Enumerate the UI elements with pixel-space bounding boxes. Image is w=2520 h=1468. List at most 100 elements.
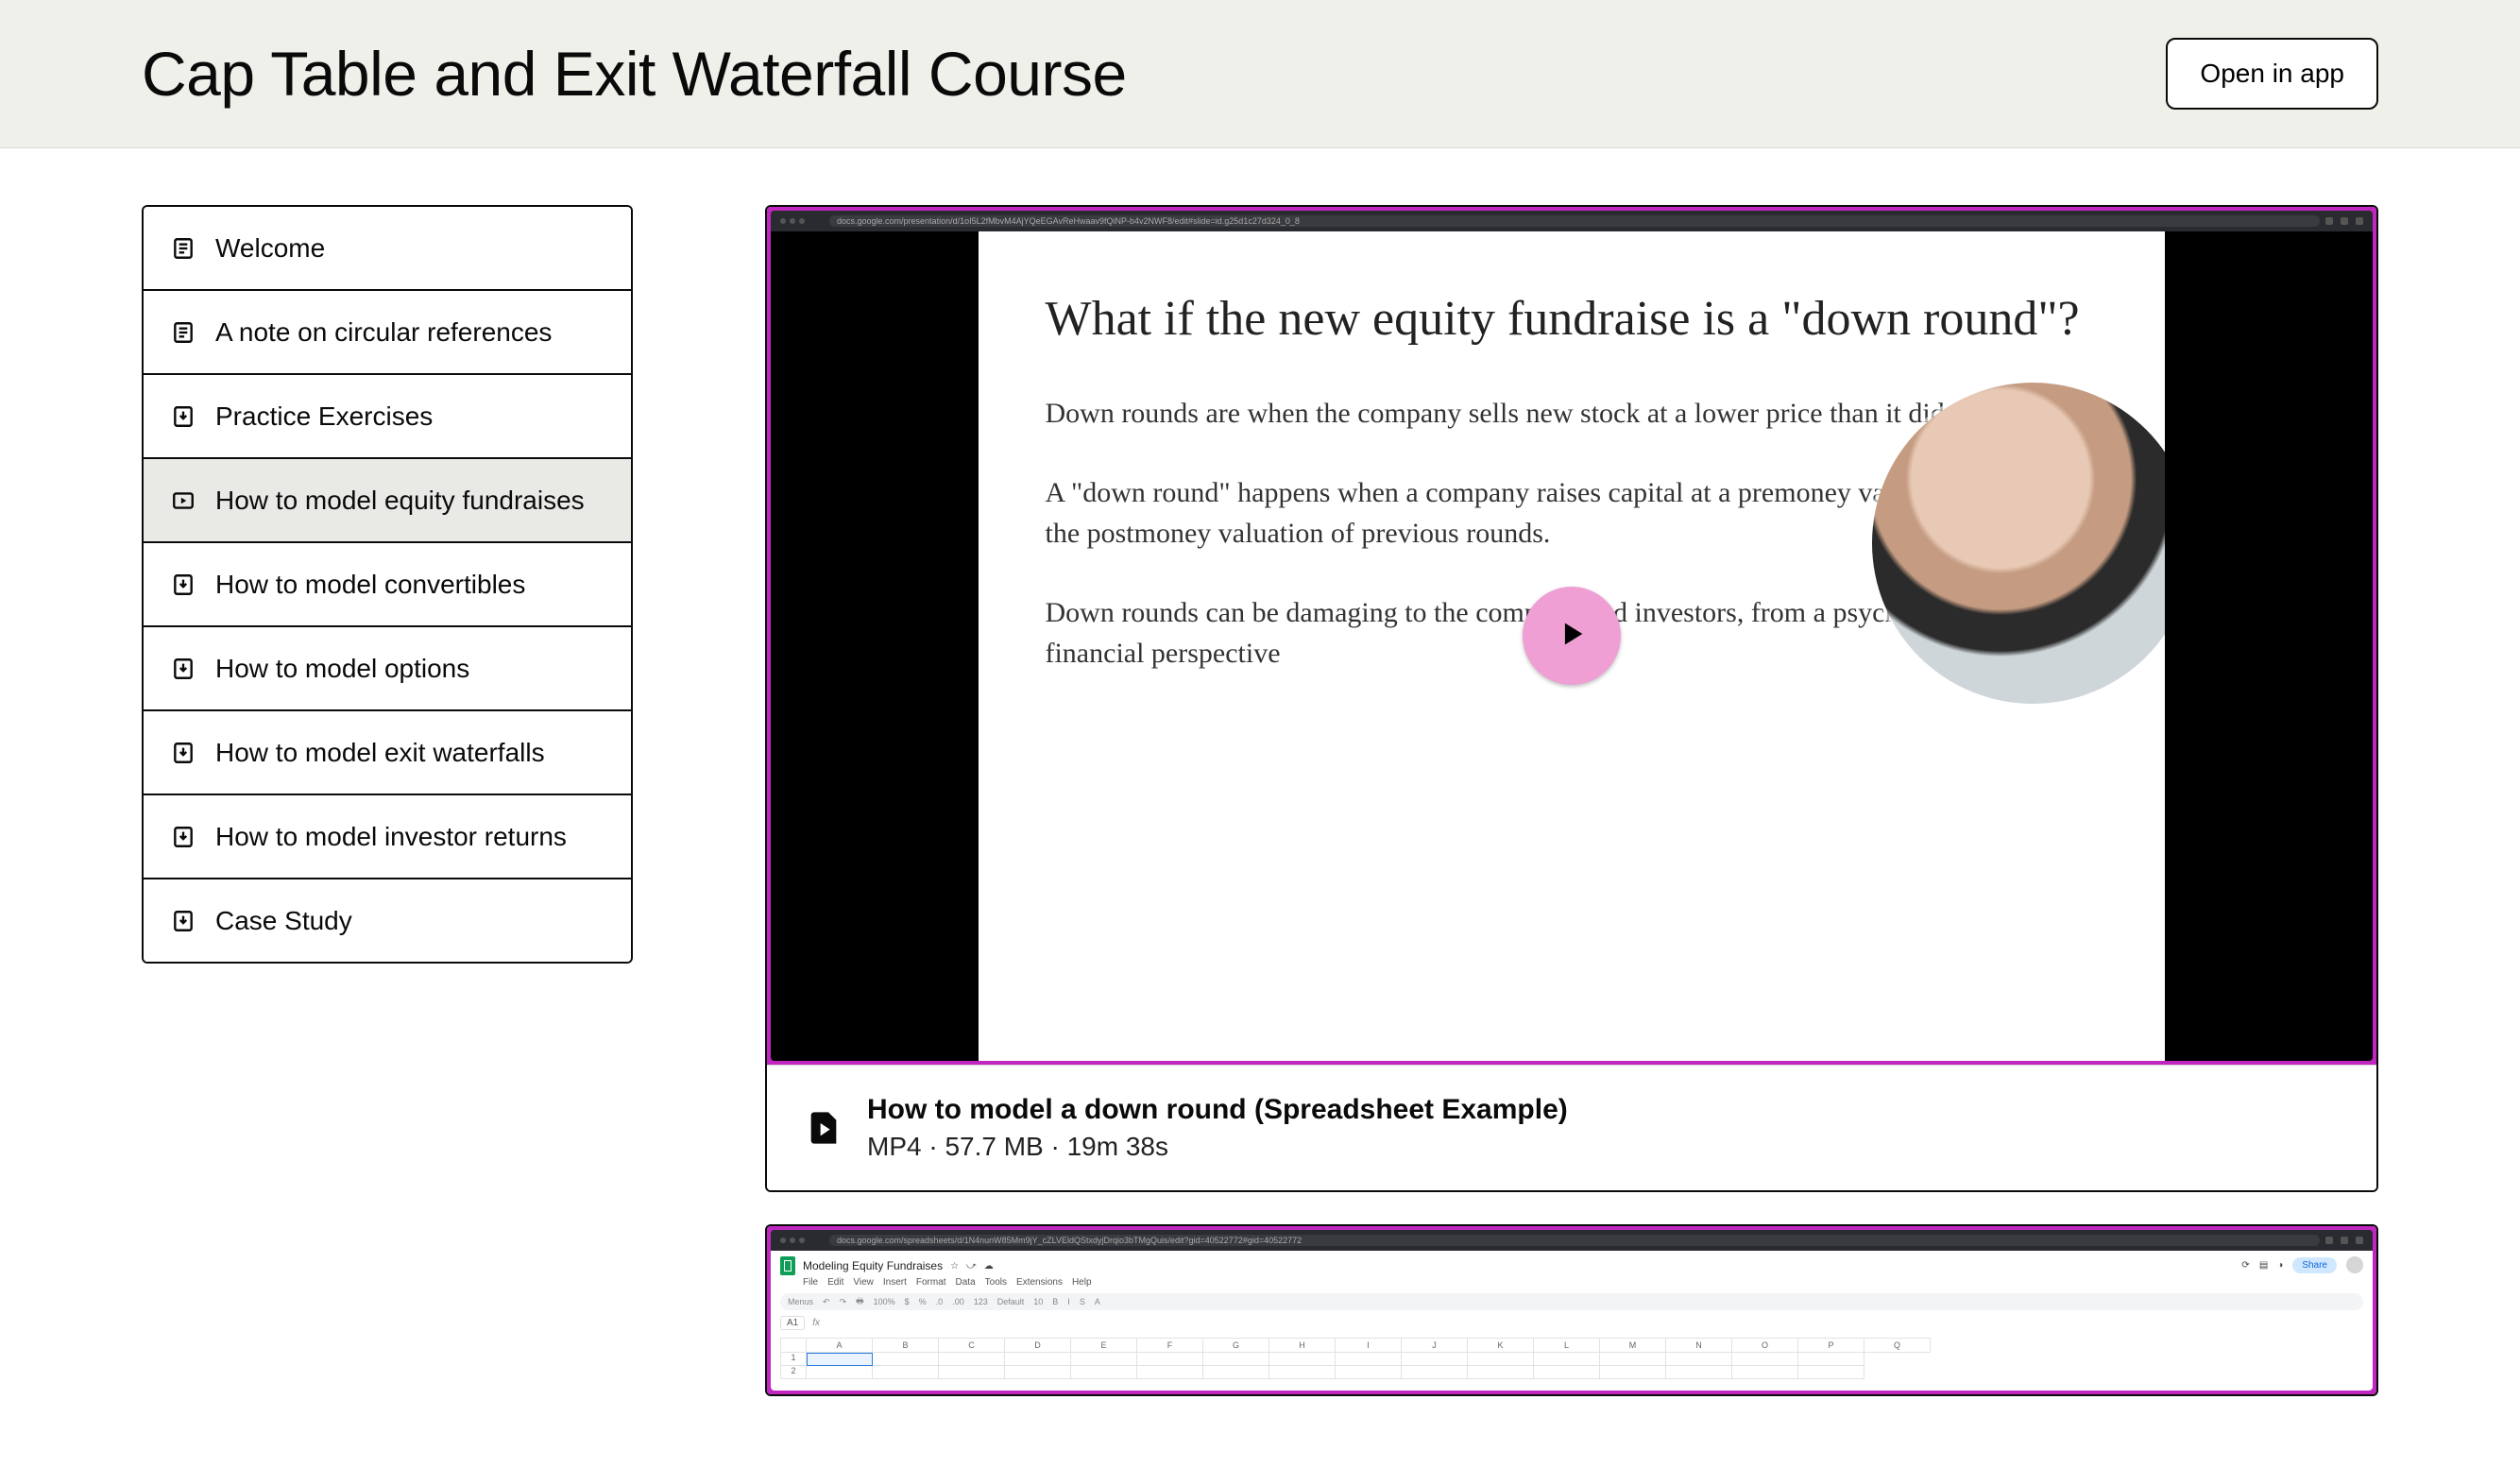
column-header: H <box>1269 1338 1336 1353</box>
video-card-down-round: docs.google.com/presentation/d/1oI5L2fMb… <box>765 205 2378 1192</box>
download-icon <box>170 572 196 598</box>
sheets-menu-item: Help <box>1072 1277 1092 1288</box>
sheets-toolbar-item: 123 <box>974 1297 988 1306</box>
download-icon <box>170 908 196 934</box>
video-file-icon <box>805 1109 843 1147</box>
traffic-light-icons <box>780 218 805 224</box>
column-header: N <box>1666 1338 1732 1353</box>
sidebar-item[interactable]: How to model equity fundraises <box>144 459 631 543</box>
avatar <box>2346 1256 2363 1273</box>
download-icon <box>170 656 196 682</box>
sheets-toolbar-item: Default <box>997 1297 1025 1306</box>
meet-icon: ◑ <box>2277 1260 2283 1271</box>
column-header: O <box>1732 1338 1798 1353</box>
sidebar-item-label: How to model investor returns <box>215 820 604 853</box>
sheets-toolbar: Menus↶↷🖶100%$%.0.00123Default10BISA <box>780 1293 2363 1310</box>
sheets-toolbar-item: I <box>1067 1297 1070 1306</box>
sheets-toolbar-item: 🖶 <box>856 1294 864 1309</box>
sheets-toolbar-item: ↷ <box>840 1297 847 1307</box>
move-icon: ⤻ <box>966 1261 977 1272</box>
column-header: K <box>1468 1338 1534 1353</box>
page-header: Cap Table and Exit Waterfall Course Open… <box>0 0 2520 148</box>
file-meta: How to model a down round (Spreadsheet E… <box>867 1094 1568 1162</box>
file-subtitle: MP4 · 57.7 MB · 19m 38s <box>867 1132 1568 1162</box>
sheets-row: 2 <box>780 1366 2363 1379</box>
slide-title: What if the new equity fundraise is a "d… <box>1045 288 2098 350</box>
traffic-light-icons <box>780 1238 805 1243</box>
sidebar-item[interactable]: How to model investor returns <box>144 795 631 879</box>
column-header: C <box>939 1338 1005 1353</box>
row-number: 1 <box>780 1353 807 1366</box>
browser-chrome: docs.google.com/spreadsheets/d/1N4nunW85… <box>771 1230 2373 1251</box>
sidebar-item-label: How to model equity fundraises <box>215 484 604 517</box>
column-header: M <box>1600 1338 1666 1353</box>
sheets-toolbar-item: S <box>1080 1297 1085 1306</box>
column-header: F <box>1137 1338 1203 1353</box>
history-icon: ⟳ <box>2241 1260 2249 1271</box>
sidebar-item[interactable]: Welcome <box>144 207 631 291</box>
video-thumbnail[interactable]: docs.google.com/presentation/d/1oI5L2fMb… <box>767 207 2376 1065</box>
sidebar-item-label: How to model options <box>215 652 604 685</box>
sheets-toolbar-item: ↶ <box>823 1297 830 1307</box>
video-card-spreadsheet: docs.google.com/spreadsheets/d/1N4nunW85… <box>765 1224 2378 1396</box>
sheets-menu-item: Edit <box>827 1277 843 1288</box>
sheets-doc-title: Modeling Equity Fundraises <box>803 1259 943 1272</box>
video-thumbnail[interactable]: docs.google.com/spreadsheets/d/1N4nunW85… <box>767 1226 2376 1394</box>
sheets-toolbar-item: Menus <box>788 1297 813 1306</box>
download-icon <box>170 740 196 766</box>
sidebar-item[interactable]: How to model options <box>144 627 631 711</box>
sheets-toolbar-item: % <box>919 1297 927 1306</box>
sheets-preview: ⟳ ▤ ◑ Share Modeling Equity Fundraises ☆… <box>771 1251 2373 1391</box>
sheets-toolbar-item: B <box>1052 1297 1058 1306</box>
sheets-menu-item: Format <box>916 1277 946 1288</box>
cell-reference: A1 <box>780 1316 805 1330</box>
sheets-toolbar-item: 100% <box>874 1297 895 1306</box>
sheets-menu-item: File <box>803 1277 818 1288</box>
sheets-toolbar-item: $ <box>905 1297 910 1306</box>
fx-icon: fx <box>812 1318 820 1328</box>
sheets-logo-icon <box>780 1256 795 1275</box>
sheets-header-right: ⟳ ▤ ◑ Share <box>2241 1256 2363 1273</box>
column-header: I <box>1336 1338 1402 1353</box>
lesson-sidebar: Welcome A note on circular references Prac… <box>142 205 633 964</box>
sheets-menu-item: Tools <box>985 1277 1007 1288</box>
sheets-menu-bar: FileEditViewInsertFormatDataToolsExtensi… <box>803 1277 2363 1288</box>
sidebar-item[interactable]: A note on circular references <box>144 291 631 375</box>
play-button[interactable] <box>1523 587 1621 685</box>
browser-chrome: docs.google.com/presentation/d/1oI5L2fMb… <box>771 211 2373 231</box>
browser-right-icons <box>2325 217 2363 225</box>
browser-right-icons <box>2325 1237 2363 1244</box>
sidebar-item-label: How to model convertibles <box>215 568 604 601</box>
column-header: D <box>1005 1338 1071 1353</box>
column-header: A <box>807 1338 873 1353</box>
sidebar-item-label: Practice Exercises <box>215 400 604 433</box>
column-header: B <box>873 1338 939 1353</box>
column-header: G <box>1203 1338 1269 1353</box>
open-in-app-button[interactable]: Open in app <box>2166 38 2378 110</box>
thumbnail-inner: docs.google.com/spreadsheets/d/1N4nunW85… <box>771 1230 2373 1391</box>
page-title: Cap Table and Exit Waterfall Course <box>142 38 1127 110</box>
column-header: J <box>1402 1338 1468 1353</box>
sidebar-item[interactable]: How to model exit waterfalls <box>144 711 631 795</box>
row-number: 2 <box>780 1366 807 1379</box>
sidebar-item[interactable]: Case Study <box>144 879 631 962</box>
sheets-menu-item: Insert <box>883 1277 907 1288</box>
comment-icon: ▤ <box>2259 1260 2268 1271</box>
sheets-menu-item: Extensions <box>1016 1277 1063 1288</box>
column-header: E <box>1071 1338 1137 1353</box>
sidebar-item-label: Case Study <box>215 904 604 937</box>
selected-cell <box>807 1353 873 1366</box>
doc-icon <box>170 235 196 262</box>
column-header: Q <box>1864 1338 1931 1353</box>
sheets-toolbar-item: .00 <box>952 1297 964 1306</box>
cloud-icon: ☁ <box>984 1261 994 1272</box>
thumbnail-inner: docs.google.com/presentation/d/1oI5L2fMb… <box>771 211 2373 1061</box>
sidebar-item[interactable]: How to model convertibles <box>144 543 631 627</box>
sidebar-item[interactable]: Practice Exercises <box>144 375 631 459</box>
sidebar-item-label: How to model exit waterfalls <box>215 736 604 769</box>
sheets-toolbar-item: .0 <box>936 1297 944 1306</box>
video-icon <box>170 487 196 514</box>
star-icon: ☆ <box>950 1261 959 1272</box>
column-header: L <box>1534 1338 1600 1353</box>
sidebar-item-label: Welcome <box>215 231 604 265</box>
